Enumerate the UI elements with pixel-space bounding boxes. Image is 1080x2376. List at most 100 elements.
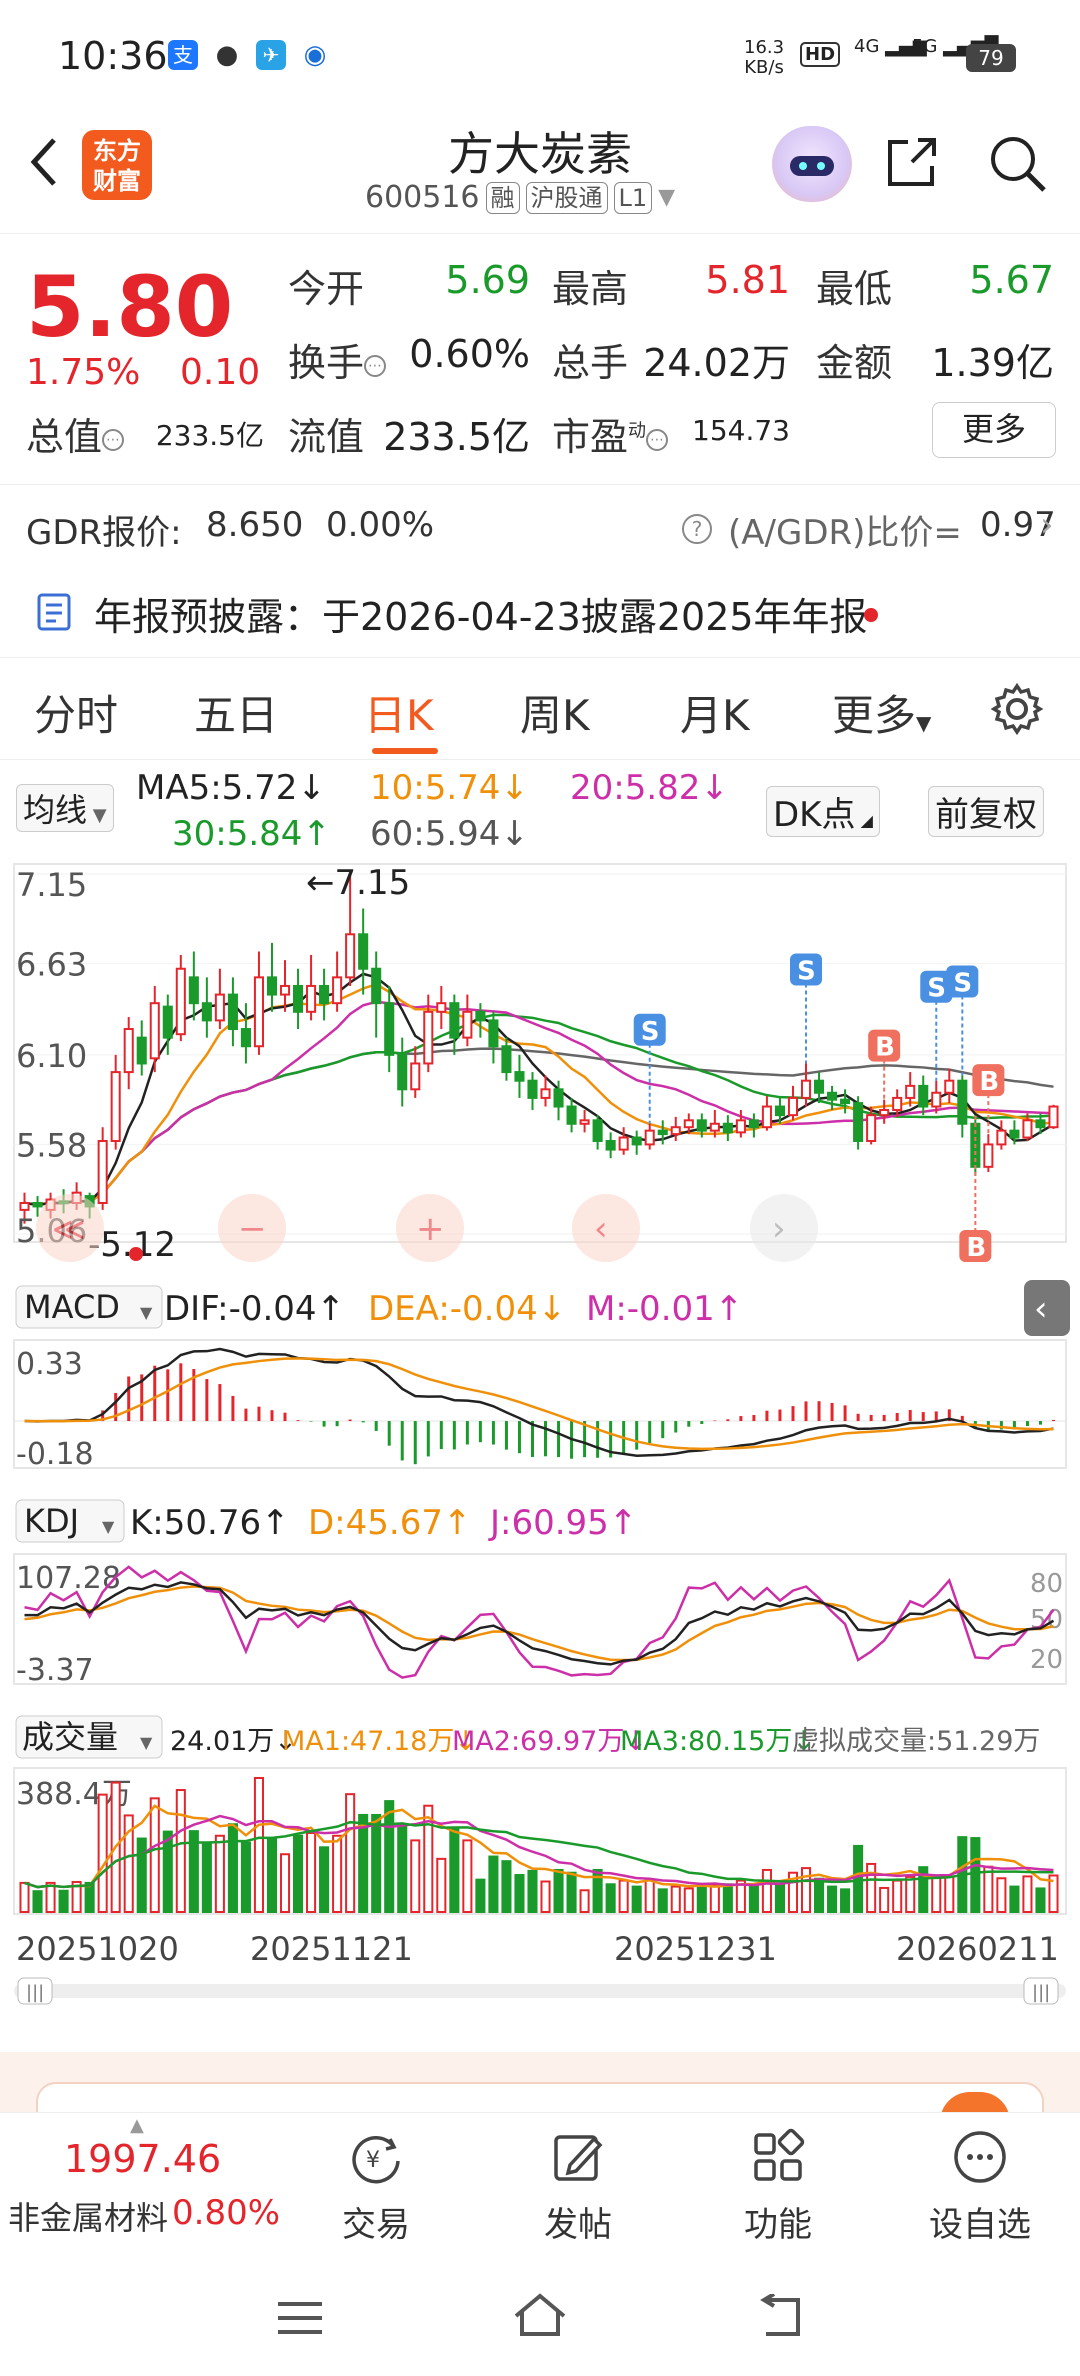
candle-body (423, 1010, 434, 1065)
candle-body (566, 1105, 577, 1125)
volume-bar (97, 1793, 108, 1913)
menu-icon[interactable] (276, 2298, 324, 2338)
announcement-banner[interactable]: 年报预披露：于2026-04-23披露2025年年报 (0, 566, 1080, 658)
candle-body (866, 1114, 877, 1142)
pe-value: 154.73 (692, 414, 790, 447)
announcement-text: 年报预披露：于2026-04-23披露2025年年报 (94, 595, 868, 639)
info-icon[interactable]: ⋯ (364, 354, 387, 377)
nav-post[interactable]: 发帖 (508, 2127, 648, 2246)
grid-apps-icon (754, 2128, 805, 2181)
tag-connect: 沪股通 (525, 181, 608, 214)
edit-icon (554, 2135, 603, 2181)
volume-bar (240, 1841, 251, 1913)
candle-body (735, 1119, 746, 1134)
info-icon[interactable]: ⋯ (646, 428, 669, 451)
candle-body (449, 1002, 460, 1039)
nav-trade[interactable]: ¥ 交易 (306, 2127, 446, 2246)
volume-bar (266, 1837, 278, 1914)
tab-more[interactable]: 更多▼ (832, 682, 931, 743)
share-icon[interactable] (882, 132, 942, 192)
volume-bar (253, 1777, 265, 1913)
tab-weekly-k[interactable]: 周K (520, 682, 590, 743)
dk-point-selector[interactable]: DK点 ◢ (766, 786, 880, 837)
volume-bar (501, 1860, 512, 1914)
kdj-80: 80 (1030, 1569, 1063, 1599)
index-ticker[interactable]: ▲ 1997.46 非金属材料 0.80% (0, 2113, 280, 2263)
volume-ma1: MA1:47.18万↓ (282, 1726, 477, 1757)
ai-assistant-icon[interactable] (772, 126, 852, 202)
low-value: 5.67 (969, 258, 1054, 302)
amount-value: 1.39亿 (931, 341, 1054, 385)
more-dots-icon (954, 2131, 1006, 2183)
signal-label: B (979, 1067, 999, 1097)
volume-bar (384, 1800, 395, 1914)
volume-bar (748, 1885, 759, 1913)
hd-icon: HD (800, 42, 841, 67)
system-nav-bar (0, 2262, 1080, 2376)
volume-bar (709, 1883, 720, 1913)
candle-body (436, 1002, 447, 1013)
volume-bar (683, 1887, 694, 1913)
svg-text:›: › (772, 1209, 786, 1249)
volume-bar (514, 1874, 525, 1914)
volume-bar (657, 1888, 668, 1914)
nav-functions[interactable]: 功能 (708, 2127, 848, 2246)
candle-body (800, 1079, 812, 1099)
volume-bar (136, 1837, 147, 1913)
svg-text:¥: ¥ (366, 2148, 380, 2173)
kline-chart[interactable]: 7.156.636.105.585.06 SSBSSBB ←7.15 -5.12… (0, 860, 1080, 2020)
candle-body (774, 1105, 786, 1117)
signal-label: B (875, 1033, 895, 1063)
volume-bar (931, 1875, 942, 1914)
volume-bar (1022, 1875, 1033, 1914)
volume-bar (566, 1871, 577, 1913)
volume-bar (983, 1865, 994, 1913)
candle-body (696, 1119, 707, 1132)
volume-bar (436, 1857, 447, 1913)
macd-y-bottom: -0.18 (16, 1437, 94, 1472)
nav-add-watchlist[interactable]: 设自选 (910, 2127, 1050, 2246)
tab-five-day[interactable]: 五日 (194, 682, 278, 743)
macd-plot (14, 1347, 1066, 1465)
candle-body (253, 976, 265, 1048)
gdr-row[interactable]: GDR报价: 8.650 0.00% ? (A/GDR)比价= 0.97 › (0, 484, 1080, 566)
tab-daily-k[interactable]: 日K (364, 682, 434, 743)
back-icon[interactable] (754, 2294, 804, 2340)
range-slider-track[interactable] (14, 1984, 1066, 1998)
search-icon[interactable] (986, 132, 1048, 194)
amount-label: 金额 (816, 341, 893, 385)
candle-body (605, 1139, 616, 1151)
open-value: 5.69 (445, 258, 530, 302)
tab-monthly-k[interactable]: 月K (680, 682, 750, 743)
macd-m: M:-0.01↑ (586, 1289, 743, 1329)
candle-body (175, 967, 186, 1036)
caret-down-icon[interactable]: ▼ (658, 185, 675, 210)
ma-selector[interactable]: 均线 ▼ (16, 784, 114, 832)
main-grid (14, 873, 1066, 1235)
signal-label: S (641, 1017, 660, 1047)
adjust-mode-button[interactable]: 前复权 (928, 786, 1044, 837)
change-value: 0.10 (180, 352, 261, 393)
ma60-value: 60:5.94↓ (370, 814, 529, 854)
settings-gear-icon[interactable] (990, 682, 1044, 736)
info-icon[interactable]: ⋯ (102, 428, 125, 451)
svg-text:≪: ≪ (52, 1210, 86, 1248)
volume-bar (162, 1830, 173, 1913)
home-icon[interactable] (510, 2292, 570, 2342)
volume-plot (19, 1777, 1059, 1914)
gdr-label: GDR报价: (26, 513, 182, 553)
candle-body (332, 976, 343, 1005)
svg-text:‹: ‹ (594, 1209, 608, 1249)
candle-body (1035, 1119, 1046, 1129)
candle-body (879, 1108, 890, 1117)
help-icon[interactable]: ? (682, 507, 712, 547)
more-quote-button[interactable]: 更多 (932, 402, 1056, 458)
candle-body (827, 1091, 838, 1101)
change-pct: 1.75% (26, 352, 141, 393)
tab-intraday[interactable]: 分时 (34, 682, 118, 743)
mktcap-value: 233.5亿 (155, 419, 264, 452)
quote-panel: 5.80 1.75% 0.10 今开 5.69 最高 5.81 最低 5.67 … (0, 234, 1080, 484)
volume-bar (905, 1875, 916, 1913)
chevron-right-icon: › (1040, 505, 1054, 545)
unread-dot (864, 608, 878, 622)
